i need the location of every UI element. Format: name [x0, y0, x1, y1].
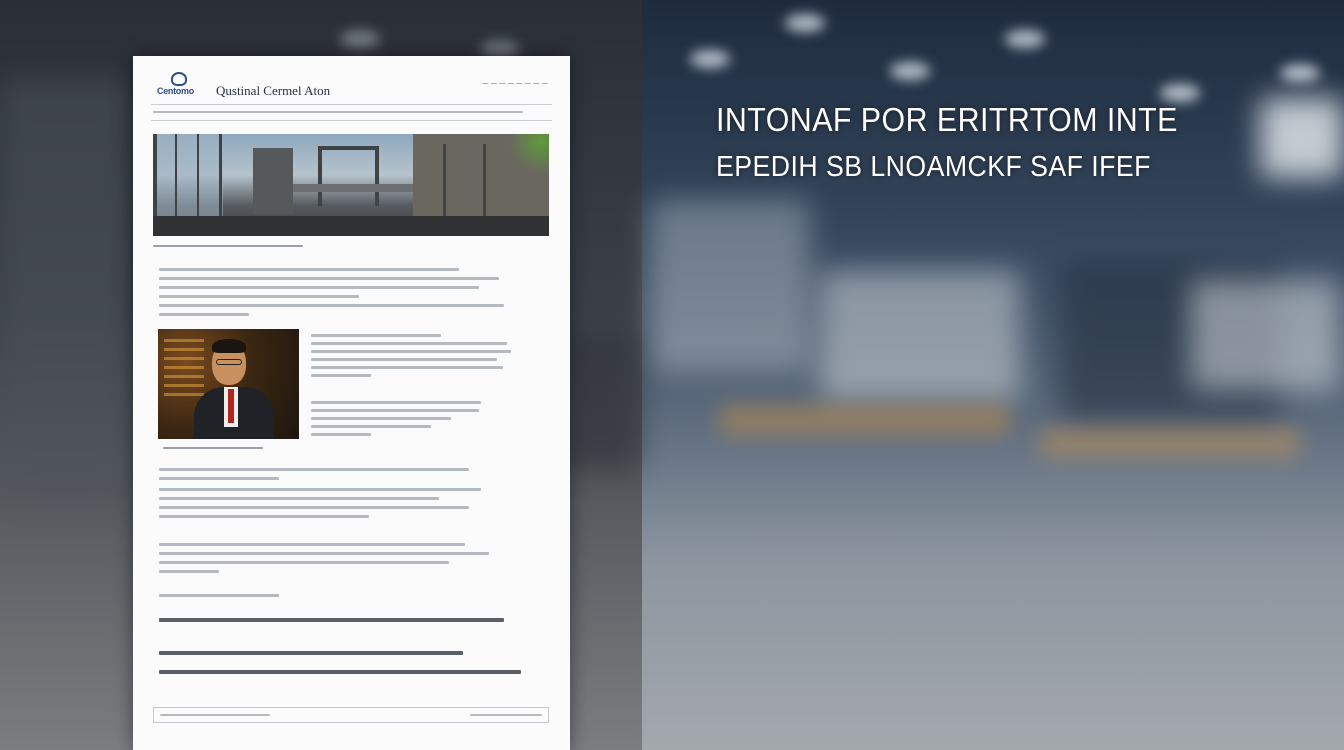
window-glow: [1260, 98, 1344, 178]
text-line: [311, 374, 371, 377]
headline-line-1: INTONAF POR ERITRTOM INTE: [716, 101, 1178, 138]
text-line: [159, 295, 359, 298]
photo-caption: [153, 245, 303, 247]
bold-text-line: [159, 651, 463, 655]
text-line: [311, 366, 503, 369]
text-line: [159, 552, 489, 555]
document-title: Qustinal Cermel Aton: [216, 83, 331, 98]
text-line: [311, 358, 497, 361]
ceiling-light: [785, 14, 825, 32]
text-line: [311, 401, 481, 404]
text-line: [159, 313, 249, 316]
text-line: [159, 594, 279, 597]
document-meta: — — — — — — — —: [482, 81, 548, 87]
document-footer: [153, 707, 549, 723]
workbench-blur: [1040, 428, 1300, 458]
overlay-headline: INTONAF POR ERITRTOM INTE EPEDIH SB LNOA…: [716, 100, 1218, 194]
text-line: [159, 304, 504, 307]
text-line: [159, 477, 279, 480]
subheader-text: [153, 111, 523, 113]
text-line: [311, 334, 441, 337]
header-rule: [151, 104, 552, 105]
text-line: [311, 342, 507, 345]
header-rule: [151, 120, 552, 121]
ceiling-light: [690, 50, 730, 68]
text-line: [159, 268, 459, 271]
text-line: [159, 561, 449, 564]
text-line: [159, 570, 219, 573]
text-line: [159, 497, 439, 500]
text-line: [159, 506, 469, 509]
text-line: [159, 515, 369, 518]
machine-blur: [820, 270, 1020, 400]
machine-blur: [0, 80, 130, 500]
logo-icon: [171, 72, 187, 86]
ceiling-light: [890, 62, 930, 80]
text-line: [159, 543, 465, 546]
text-line: [159, 488, 481, 491]
ceiling-light: [1005, 30, 1045, 48]
portrait-photo: [158, 329, 299, 439]
portrait-caption: [163, 447, 263, 449]
text-line: [311, 417, 451, 420]
text-line: [311, 409, 479, 412]
text-line: [311, 425, 431, 428]
headline-line-2: EPEDIH SB LNOAMCKF SAF IFEF: [716, 151, 1151, 183]
hero-photo: [153, 134, 549, 236]
machine-blur: [1190, 280, 1340, 390]
ceiling-light: [340, 30, 380, 48]
workbench-blur: [720, 405, 1010, 435]
bold-text-line: [159, 618, 504, 622]
text-line: [159, 286, 479, 289]
text-line: [159, 468, 469, 471]
text-line: [311, 433, 371, 436]
bold-text-line: [159, 670, 521, 674]
machine-blur: [560, 330, 640, 470]
logo-text: Centomo: [157, 86, 194, 96]
ceiling-light: [1280, 64, 1320, 82]
document-page: Centomo Qustinal Cermel Aton — — — — — —…: [133, 56, 570, 750]
text-line: [159, 277, 499, 280]
machine-blur: [650, 200, 810, 370]
text-line: [311, 350, 511, 353]
document-logo: Centomo: [157, 72, 201, 98]
